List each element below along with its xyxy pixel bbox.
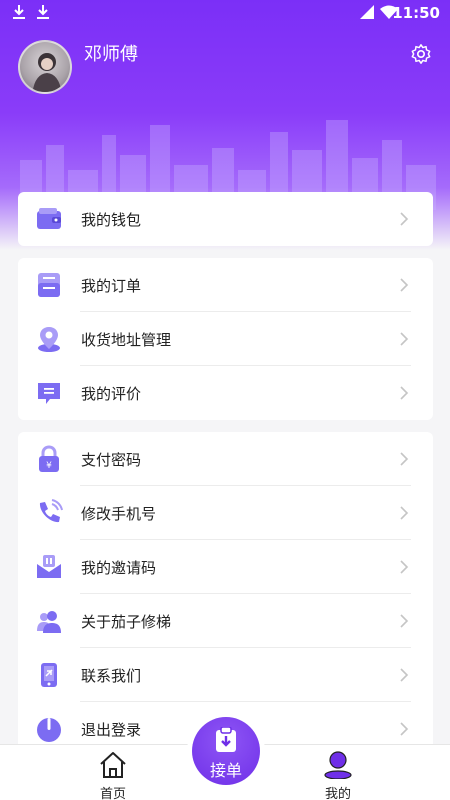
settings-card: ¥ 支付密码 修改手机号 我的邀请码 关于茄子修梯 联系我们 退出登录: [18, 432, 433, 762]
chevron-right-icon: [400, 560, 409, 574]
avatar[interactable]: [18, 40, 72, 94]
invite-icon: [37, 555, 61, 578]
orders-card: 我的订单 收货地址管理 我的评价: [18, 258, 433, 420]
menu-item-contact[interactable]: 联系我们: [18, 648, 433, 702]
settings-gear-icon[interactable]: [410, 43, 432, 65]
lock-icon: ¥: [39, 445, 59, 472]
accept-order-button[interactable]: 接单: [192, 717, 260, 785]
contact-icon: [41, 663, 57, 687]
menu-item-about[interactable]: 关于茄子修梯: [18, 594, 433, 648]
clipboard-download-icon: [216, 727, 236, 752]
user-name: 邓师傅: [84, 44, 138, 65]
svg-text:¥: ¥: [46, 461, 52, 471]
chevron-right-icon: [400, 212, 409, 226]
menu-label: 支付密码: [81, 450, 142, 469]
about-icon: [37, 611, 61, 633]
chevron-right-icon: [400, 614, 409, 628]
menu-item-orders[interactable]: 我的订单: [18, 258, 433, 312]
chevron-right-icon: [400, 452, 409, 466]
menu-label: 退出登录: [81, 720, 142, 739]
order-icon: [38, 273, 60, 297]
status-bar: 11:50: [0, 0, 450, 26]
chevron-right-icon: [400, 722, 409, 736]
menu-label: 关于茄子修梯: [81, 612, 172, 631]
power-icon: [37, 718, 61, 742]
menu-item-invite-code[interactable]: 我的邀请码: [18, 540, 433, 594]
phone-icon: [39, 499, 63, 523]
comment-icon: [38, 383, 60, 404]
status-time: 11:50: [392, 4, 440, 22]
download-icon: [13, 5, 25, 19]
signal-icon: [360, 5, 374, 19]
menu-label: 我的邀请码: [81, 558, 157, 577]
menu-label: 我的评价: [81, 384, 142, 403]
tab-mine-label: 我的: [324, 787, 351, 800]
menu-label: 我的订单: [81, 276, 142, 295]
wallet-card: 我的钱包: [18, 192, 433, 246]
menu-item-wallet[interactable]: 我的钱包: [18, 192, 433, 246]
chevron-right-icon: [400, 332, 409, 346]
menu-label: 联系我们: [81, 666, 142, 685]
chevron-right-icon: [400, 386, 409, 400]
tab-mine[interactable]: 我的: [308, 751, 368, 800]
menu-label: 修改手机号: [81, 504, 157, 523]
tab-home-label: 首页: [99, 787, 126, 800]
chevron-right-icon: [400, 668, 409, 682]
wallet-icon: [37, 208, 61, 229]
chevron-right-icon: [400, 506, 409, 520]
tab-home[interactable]: 首页: [83, 751, 143, 800]
accept-order-label: 接单: [209, 761, 242, 780]
menu-label: 收货地址管理: [81, 330, 172, 349]
profile-icon: [324, 751, 352, 779]
chevron-right-icon: [400, 278, 409, 292]
home-icon: [100, 752, 126, 778]
menu-item-address[interactable]: 收货地址管理: [18, 312, 433, 366]
menu-item-reviews[interactable]: 我的评价: [18, 366, 433, 420]
menu-label: 我的钱包: [81, 210, 142, 229]
menu-item-change-phone[interactable]: 修改手机号: [18, 486, 433, 540]
menu-item-pay-password[interactable]: ¥ 支付密码: [18, 432, 433, 486]
download-icon: [37, 5, 49, 19]
location-icon: [38, 327, 60, 352]
